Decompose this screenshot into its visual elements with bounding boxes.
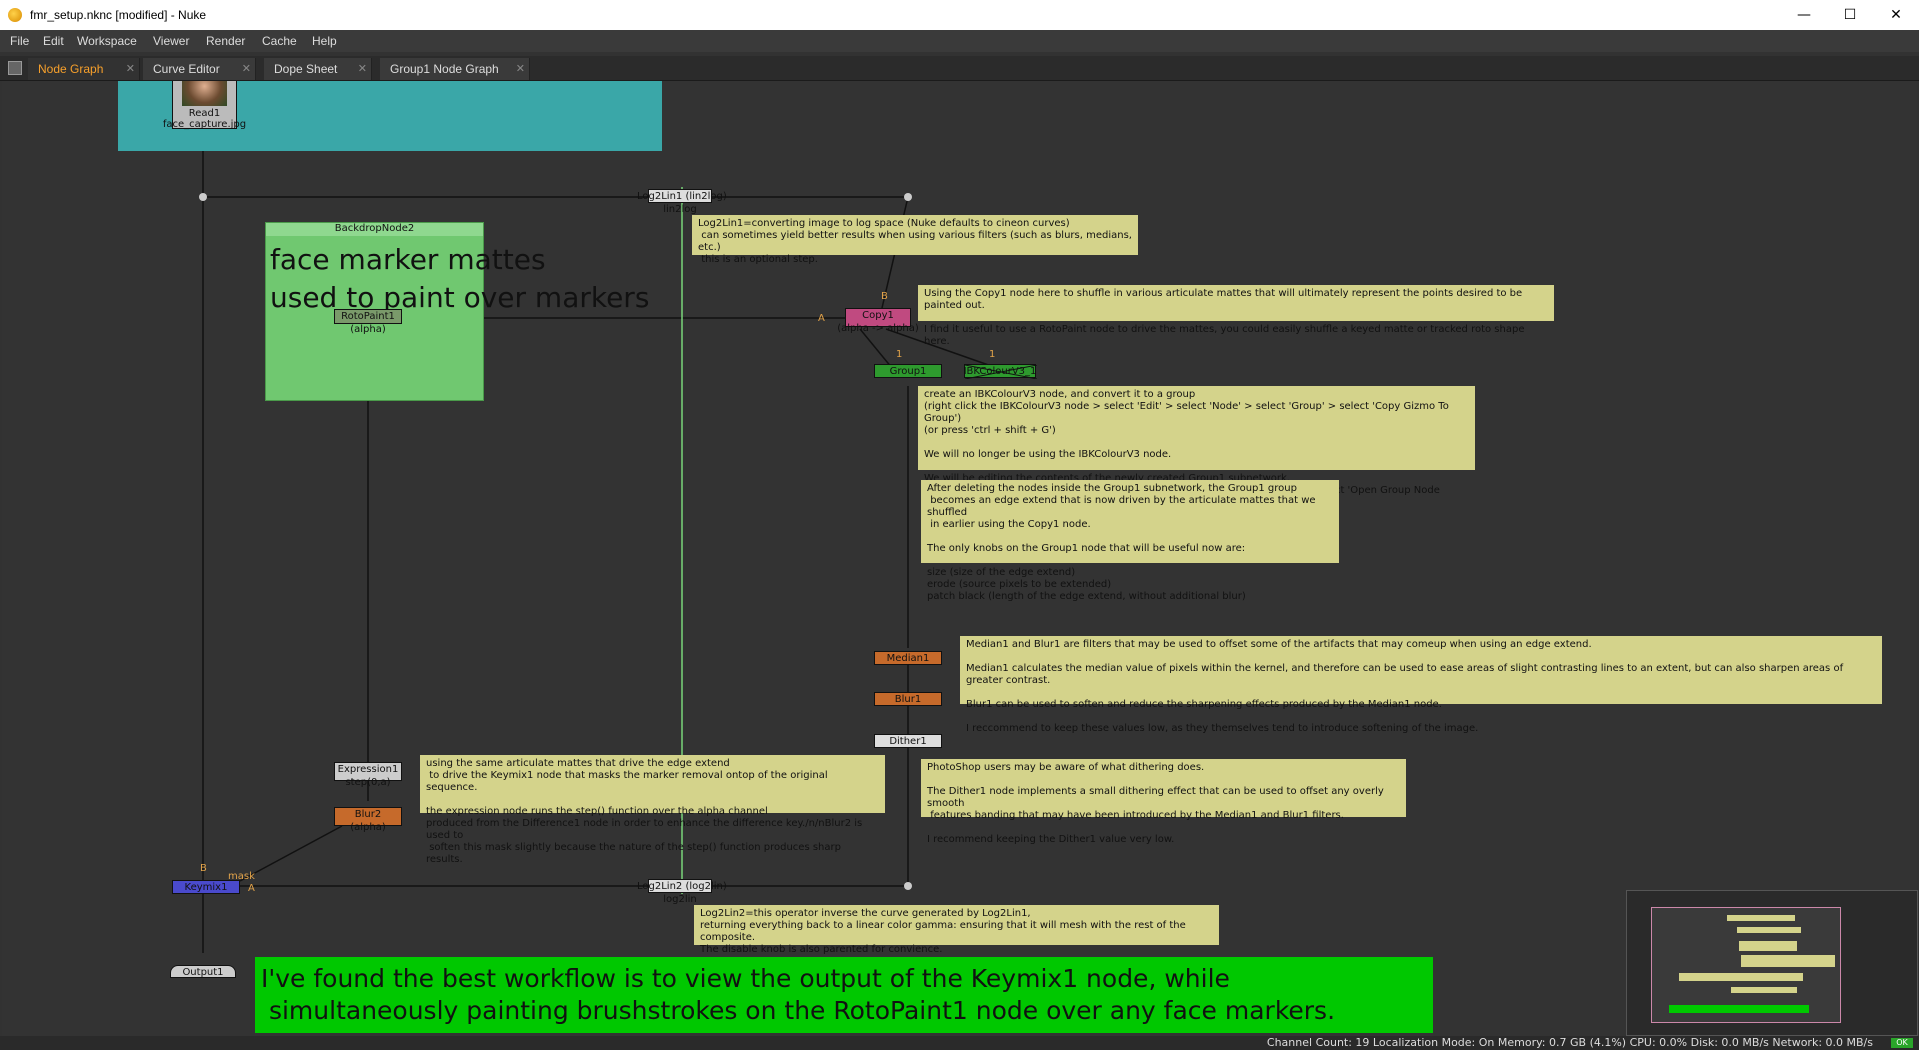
- sticky-note-log2lin1[interactable]: Log2Lin1=converting image to log space (…: [692, 215, 1138, 265]
- copy1-node[interactable]: Copy1 (alpha -> alpha): [837, 308, 919, 334]
- blur2-node[interactable]: Blur2 (alpha): [334, 807, 402, 833]
- node-label: Log2Lin2 (log2lin): [637, 881, 727, 892]
- node-label: Output1: [182, 967, 224, 978]
- close-icon[interactable]: ✕: [358, 58, 367, 80]
- node-sublabel: (alpha): [350, 822, 386, 833]
- workflow-note[interactable]: I've found the best workflow is to view …: [255, 957, 1433, 1033]
- menu-viewer[interactable]: Viewer: [153, 34, 189, 48]
- panel-tab-bar: Node Graph ✕ Curve Editor ✕ Dope Sheet ✕…: [0, 56, 1919, 81]
- tab-group1-node-graph[interactable]: Group1 Node Graph ✕: [380, 58, 530, 80]
- node-label: Log2Lin1 (lin2log): [637, 191, 727, 202]
- group1-node[interactable]: Group1: [874, 364, 942, 378]
- pin-b-label: B: [200, 863, 207, 874]
- tab-curve-editor[interactable]: Curve Editor ✕: [143, 58, 256, 80]
- node-sublabel: step(0,a): [345, 777, 391, 788]
- close-icon[interactable]: ✕: [516, 58, 525, 80]
- sticky-note-median-blur[interactable]: Median1 and Blur1 are filters that may b…: [960, 636, 1882, 734]
- node-label: Blur1: [894, 694, 922, 705]
- maximize-button[interactable]: ☐: [1827, 0, 1873, 30]
- minimap-item: [1737, 927, 1801, 933]
- node-sublabel: (alpha -> alpha): [837, 323, 919, 334]
- pin-a-label: A: [818, 313, 825, 324]
- keymix1-node[interactable]: Keymix1: [172, 880, 240, 894]
- node-label: Expression1: [337, 764, 399, 775]
- sticky-note-expression[interactable]: using the same articulate mattes that dr…: [420, 755, 885, 865]
- sticky-note-dither[interactable]: PhotoShop users may be aware of what dit…: [921, 759, 1406, 845]
- tab-dope-sheet[interactable]: Dope Sheet ✕: [264, 58, 372, 80]
- sticky-note-group[interactable]: After deleting the nodes inside the Grou…: [921, 480, 1339, 602]
- tab-label: Dope Sheet: [274, 62, 338, 76]
- sticky-note-copy[interactable]: Using the Copy1 node here to shuffle in …: [918, 285, 1554, 347]
- backdrop-title: face marker mattes used to paint over ma…: [270, 243, 650, 314]
- node-label: Blur2: [354, 809, 382, 820]
- output1-node[interactable]: Output1: [170, 965, 236, 978]
- backdrop-label: BackdropNode2: [266, 223, 483, 236]
- menu-render[interactable]: Render: [206, 34, 245, 48]
- menu-edit[interactable]: Edit: [43, 34, 64, 48]
- window-title: fmr_setup.nknc [modified] - Nuke: [30, 8, 207, 22]
- minimize-button[interactable]: —: [1781, 0, 1827, 30]
- minimap-item: [1669, 1005, 1809, 1013]
- disabled-cross-icon: [965, 365, 1037, 379]
- minimap-item: [1741, 955, 1835, 967]
- blur1-node[interactable]: Blur1: [874, 692, 942, 706]
- minimap-item: [1727, 915, 1795, 921]
- node-sublabel: (alpha): [350, 324, 386, 335]
- minimap-item: [1739, 941, 1797, 951]
- pin-1-label: 1: [989, 349, 996, 360]
- close-icon[interactable]: ✕: [242, 58, 251, 80]
- tab-node-graph[interactable]: Node Graph ✕: [28, 58, 140, 80]
- tab-label: Node Graph: [38, 62, 104, 76]
- node-label: Copy1: [862, 310, 894, 321]
- node-label: Dither1: [889, 736, 927, 747]
- pin-a-label: A: [248, 883, 255, 894]
- menu-cache[interactable]: Cache: [262, 34, 297, 48]
- node-label: RotoPaint1: [341, 311, 395, 322]
- menu-help[interactable]: Help: [312, 34, 337, 48]
- status-text: Channel Count: 19 Localization Mode: On …: [1266, 1036, 1873, 1049]
- pin-mask-label: mask: [228, 871, 255, 882]
- node-label: Keymix1: [184, 882, 228, 893]
- rotopaint-node[interactable]: RotoPaint1 (alpha): [334, 309, 402, 335]
- sticky-note-log2lin2[interactable]: Log2Lin2=this operator inverse the curve…: [694, 905, 1219, 955]
- title-bar: fmr_setup.nknc [modified] - Nuke — ☐ ✕: [0, 0, 1919, 30]
- minimap-item: [1739, 973, 1803, 981]
- expression1-node[interactable]: Expression1 step(0,a): [334, 762, 402, 788]
- panel-menu-icon[interactable]: [8, 61, 22, 75]
- menu-bar: File Edit Workspace Viewer Render Cache …: [0, 30, 1919, 52]
- tab-label: Curve Editor: [153, 62, 220, 76]
- log2lin1-node[interactable]: Log2Lin1 (lin2log) lin2log: [637, 189, 727, 215]
- log2lin2-node[interactable]: Log2Lin2 (log2lin) log2lin: [637, 879, 727, 905]
- ibk-node[interactable]: IBKColourV3_1: [964, 364, 1037, 379]
- status-ok-badge: OK: [1891, 1038, 1913, 1048]
- menu-workspace[interactable]: Workspace: [77, 34, 137, 48]
- pin-1-label: 1: [896, 349, 903, 360]
- close-icon[interactable]: ✕: [126, 58, 135, 80]
- node-graph-minimap[interactable]: [1626, 890, 1918, 1036]
- dither1-node[interactable]: Dither1: [874, 734, 942, 748]
- pin-b-label: B: [881, 291, 888, 302]
- node-label: Group1: [889, 366, 927, 377]
- read-node[interactable]: Read1 face_capture.jpg: [163, 81, 246, 130]
- node-label: Median1: [886, 653, 930, 664]
- close-button[interactable]: ✕: [1873, 0, 1919, 30]
- nuke-app-icon: [8, 8, 22, 22]
- menu-file[interactable]: File: [10, 34, 29, 48]
- sticky-note-ibk[interactable]: create an IBKColourV3 node, and convert …: [918, 386, 1475, 508]
- minimap-item: [1679, 973, 1741, 981]
- tab-label: Group1 Node Graph: [390, 62, 499, 76]
- minimap-item: [1731, 987, 1797, 993]
- status-bar: Channel Count: 19 Localization Mode: On …: [0, 1036, 1919, 1050]
- median1-node[interactable]: Median1: [874, 651, 942, 665]
- thumbnail-image: [182, 81, 227, 106]
- node-sublabel: face_capture.jpg: [162, 119, 247, 130]
